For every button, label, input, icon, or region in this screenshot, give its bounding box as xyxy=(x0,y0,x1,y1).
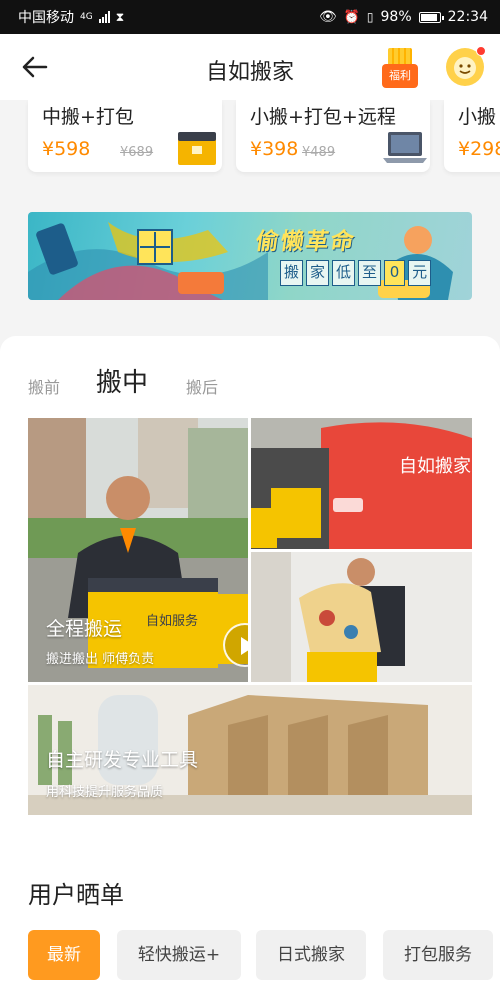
network-type: 4G xyxy=(80,12,93,22)
page-title: 自如搬家 xyxy=(205,60,294,85)
packing-photo[interactable] xyxy=(251,552,472,682)
tools-photo[interactable]: 自主研发专业工具 用科技提升服务品质 xyxy=(28,685,472,815)
alarm-icon: ⏰ xyxy=(343,9,360,25)
welfare-button[interactable]: 福利 xyxy=(382,48,418,88)
banner-char: 元 xyxy=(408,260,432,286)
package-name: 小搬+打包+远程 xyxy=(250,106,396,128)
tab-after-move[interactable]: 搬后 xyxy=(186,374,218,398)
package-card[interactable]: 中搬+打包 ¥598 ¥689 xyxy=(28,100,222,172)
promo-banner[interactable]: 偷懒革命 搬 家 低 至 0 元 xyxy=(28,212,472,300)
feature-subtitle: 搬进搬出 师傅负责 xyxy=(46,652,155,667)
package-price: ¥398 xyxy=(250,138,299,160)
laptop-icon xyxy=(383,132,427,163)
nav-bar: 自如搬家 福利 xyxy=(0,34,500,100)
section-title-user-reviews: 用户晒单 xyxy=(28,881,124,909)
carrier-label: 中国移动 xyxy=(18,10,74,26)
notification-dot xyxy=(476,46,486,56)
package-price: ¥598 xyxy=(42,138,91,160)
tab-before-move[interactable]: 搬前 xyxy=(28,374,60,398)
banner-subtitle: 搬 家 低 至 0 元 xyxy=(280,260,432,286)
worker-box-image xyxy=(28,418,248,682)
banner-illustration xyxy=(28,222,453,300)
van-brand-text: 自如搬家 xyxy=(399,456,471,477)
banner-char: 家 xyxy=(306,260,330,286)
feature-title: 全程搬运 xyxy=(46,618,123,640)
package-original-price: ¥489 xyxy=(302,145,336,160)
filter-chip-latest[interactable]: 最新 xyxy=(28,930,100,980)
banner-char: 至 xyxy=(358,260,382,286)
welfare-label: 福利 xyxy=(382,64,418,88)
filter-chip-packing-service[interactable]: 打包服务 xyxy=(383,930,493,980)
box-brand-text: 自如服务 xyxy=(146,614,199,629)
banner-char: 低 xyxy=(332,260,356,286)
van-image xyxy=(251,418,472,549)
feature-title: 自主研发专业工具 xyxy=(46,749,199,771)
tab-during-move[interactable]: 搬中 xyxy=(96,362,148,399)
package-name: 中搬+打包 xyxy=(42,106,134,128)
full-moving-photo[interactable]: 自如服务 全程搬运 搬进搬出 师傅负责 xyxy=(28,418,248,682)
banner-slogan: 偷懒革命 xyxy=(253,229,358,255)
package-original-price: ¥689 xyxy=(120,145,154,160)
worker-package-image xyxy=(251,552,472,682)
signal-icon xyxy=(98,11,110,23)
moving-van-photo[interactable]: 自如搬家 xyxy=(251,418,472,549)
hourglass-icon: ⧗ xyxy=(115,9,125,24)
package-name: 小搬 xyxy=(458,106,497,128)
package-carousel[interactable]: 中搬+打包 ¥598 ¥689 小搬+打包+远程 ¥398 ¥489 小搬 ¥2… xyxy=(0,100,500,178)
package-price: ¥298 xyxy=(458,138,500,160)
filter-chip-japanese-moving[interactable]: 日式搬家 xyxy=(256,930,366,980)
banner-char: 搬 xyxy=(280,260,304,286)
vibrate-icon: ▯ xyxy=(366,10,374,24)
banner-char: 0 xyxy=(384,260,406,286)
battery-icon xyxy=(418,11,444,23)
feature-subtitle: 用科技提升服务品质 xyxy=(46,785,164,800)
package-card[interactable]: 小搬+打包+远程 ¥398 ¥489 xyxy=(236,100,430,172)
eye-icon: 👁 xyxy=(318,9,337,25)
package-card[interactable]: 小搬 ¥298 xyxy=(444,100,500,172)
box-icon xyxy=(178,132,216,165)
battery-percent: 98% xyxy=(380,9,412,25)
clock: 22:34 xyxy=(447,9,488,25)
service-avatar-button[interactable] xyxy=(446,46,486,86)
status-bar: 中国移动 4G ⧗ 👁 ⏰ ▯ 98% 22:34 xyxy=(0,0,500,34)
filter-chip-light-moving[interactable]: 轻快搬运+ xyxy=(117,930,241,980)
